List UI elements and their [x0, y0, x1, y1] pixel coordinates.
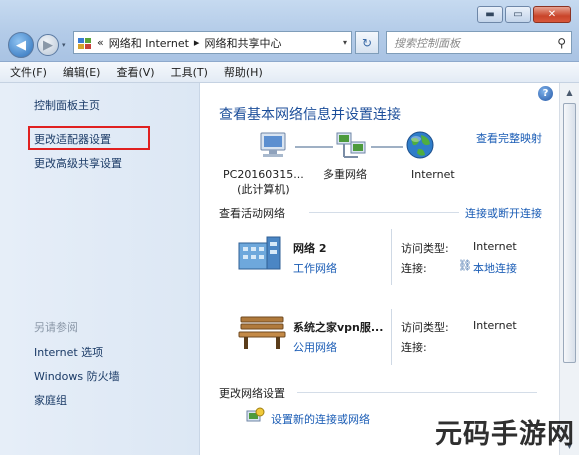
sidebar-item-homegroup[interactable]: 家庭组 — [34, 392, 67, 408]
network-name: 系统之家vpn服... — [293, 321, 384, 334]
sidebar-item-home[interactable]: 控制面板主页 — [34, 97, 100, 113]
page-title: 查看基本网络信息并设置连接 — [219, 107, 401, 123]
sidebar-item-internet-options[interactable]: Internet 选项 — [34, 344, 103, 360]
column-divider — [391, 229, 392, 285]
active-networks-heading: 查看活动网络 — [219, 207, 285, 220]
connection-label: 连接: — [401, 262, 427, 275]
network-type-link[interactable]: 公用网络 — [293, 339, 337, 355]
computer-name: PC20160315... — [223, 168, 304, 181]
sidebar: 控制面板主页 更改适配器设置 更改高级共享设置 另请参阅 Internet 选项… — [0, 83, 200, 455]
menu-tools[interactable]: 工具(T) — [171, 64, 208, 80]
computer-icon — [260, 132, 286, 157]
access-type-value: Internet — [473, 319, 517, 332]
access-type-label: 访问类型: — [401, 242, 449, 255]
network-name: 网络 2 — [293, 242, 327, 255]
full-map-link[interactable]: 查看完整映射 — [476, 130, 542, 146]
map-link-line — [295, 146, 333, 148]
section-divider — [309, 212, 459, 213]
search-placeholder: 搜索控制面板 — [394, 36, 460, 50]
vertical-scrollbar[interactable]: ▲ ▼ — [559, 83, 579, 455]
window-chrome: ▬ ▭ ✕ ◀ ▶ ▾ « 网络和 Internet ▸ 网络和共享中心 ▾ ↻… — [0, 0, 579, 62]
sidebar-item-firewall[interactable]: Windows 防火墙 — [34, 368, 120, 384]
address-dropdown-icon[interactable]: ▾ — [343, 38, 347, 47]
control-panel-icon — [78, 37, 91, 49]
map-link-line — [371, 146, 403, 148]
help-icon[interactable]: ? — [538, 86, 553, 101]
scroll-thumb[interactable] — [563, 103, 576, 363]
sidebar-item-advanced-sharing[interactable]: 更改高级共享设置 — [34, 155, 122, 171]
multiple-networks-icon — [336, 132, 366, 158]
watermark: 元码手游网 — [435, 419, 575, 450]
change-settings-heading: 更改网络设置 — [219, 387, 285, 400]
adapter-icon: ⛓ — [458, 259, 472, 272]
see-also-heading: 另请参阅 — [34, 321, 78, 334]
internet-globe-icon — [406, 131, 434, 159]
close-button[interactable]: ✕ — [533, 6, 571, 23]
menu-bar: 文件(F) 编辑(E) 查看(V) 工具(T) 帮助(H) — [0, 62, 579, 83]
menu-view[interactable]: 查看(V) — [116, 64, 154, 80]
nav-buttons: ◀ ▶ ▾ — [8, 32, 66, 58]
map-node-multiple-networks: 多重网络 — [323, 168, 367, 181]
minimize-button[interactable]: ▬ — [477, 6, 503, 23]
recent-pages-dropdown[interactable]: ▾ — [62, 41, 66, 49]
window-controls: ▬ ▭ ✕ — [477, 6, 571, 23]
refresh-button[interactable]: ↻ — [355, 31, 379, 54]
breadcrumb-separator[interactable]: ▸ — [194, 36, 200, 49]
building-network-icon — [238, 236, 281, 270]
access-type-label: 访问类型: — [401, 321, 449, 334]
sidebar-item-adapter-settings[interactable]: 更改适配器设置 — [34, 131, 111, 147]
breadcrumb-network-internet[interactable]: 网络和 Internet — [109, 35, 189, 51]
setup-connection-link[interactable]: 设置新的连接或网络 — [271, 411, 370, 427]
column-divider — [391, 309, 392, 365]
maximize-button[interactable]: ▭ — [505, 6, 531, 23]
map-node-internet: Internet — [411, 168, 455, 181]
computer-caption: (此计算机) — [237, 183, 290, 196]
network-type-link[interactable]: 工作网络 — [293, 260, 337, 276]
connect-disconnect-link[interactable]: 连接或断开连接 — [465, 205, 542, 221]
back-button[interactable]: ◀ — [8, 32, 34, 58]
search-icon[interactable]: ⚲ — [557, 36, 566, 50]
search-input[interactable]: 搜索控制面板 ⚲ — [386, 31, 572, 54]
menu-file[interactable]: 文件(F) — [10, 64, 47, 80]
local-connection-link[interactable]: 本地连接 — [473, 260, 517, 276]
section-divider — [297, 392, 537, 393]
breadcrumb-sharing-center[interactable]: 网络和共享中心 — [204, 35, 281, 51]
address-bar[interactable]: « 网络和 Internet ▸ 网络和共享中心 ▾ — [73, 31, 352, 54]
new-connection-icon — [246, 407, 265, 422]
connection-label: 连接: — [401, 341, 427, 354]
scroll-up-icon[interactable]: ▲ — [562, 85, 577, 100]
forward-button[interactable]: ▶ — [37, 34, 59, 56]
access-type-value: Internet — [473, 240, 517, 253]
map-node-computer: PC20160315... (此计算机) — [223, 167, 304, 197]
address-prefix: « — [97, 36, 104, 49]
menu-edit[interactable]: 编辑(E) — [63, 64, 101, 80]
main-panel: ? 查看基本网络信息并设置连接 查看完整映射 PC20160315... (此计… — [201, 83, 559, 455]
bench-public-network-icon — [238, 316, 286, 349]
menu-help[interactable]: 帮助(H) — [224, 64, 263, 80]
